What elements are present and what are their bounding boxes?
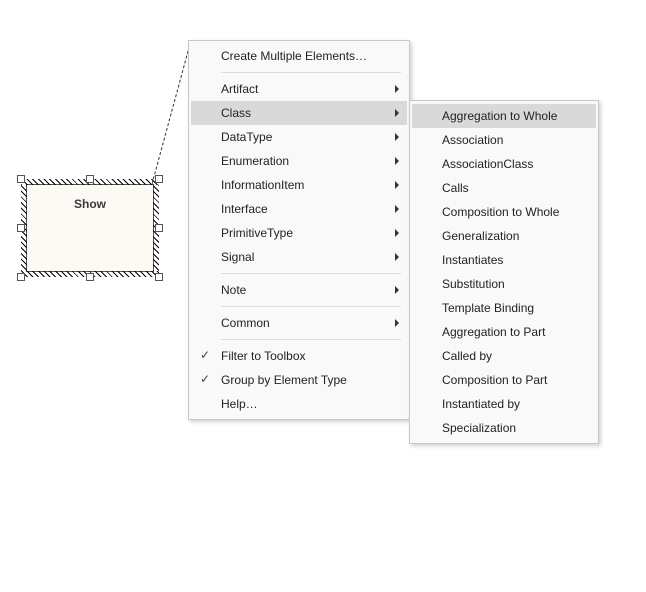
- resize-handle[interactable]: [155, 224, 163, 232]
- menu-label: Interface: [221, 202, 268, 216]
- resize-handle[interactable]: [17, 273, 25, 281]
- menu-item-primitivetype[interactable]: PrimitiveType: [191, 221, 407, 245]
- submenu-item-associationclass[interactable]: AssociationClass: [412, 152, 596, 176]
- menu-separator: [221, 306, 401, 307]
- menu-label: Class: [221, 106, 251, 120]
- submenu-item-called-by[interactable]: Called by: [412, 344, 596, 368]
- resize-handle[interactable]: [155, 175, 163, 183]
- menu-label: Help…: [221, 397, 258, 411]
- submenu-arrow-icon: [395, 205, 399, 213]
- submenu-item-aggregation-to-whole[interactable]: Aggregation to Whole: [412, 104, 596, 128]
- submenu-class: Aggregation to Whole Association Associa…: [409, 100, 599, 444]
- check-icon: ✓: [200, 347, 210, 363]
- submenu-arrow-icon: [395, 181, 399, 189]
- submenu-item-composition-to-part[interactable]: Composition to Part: [412, 368, 596, 392]
- menu-label: Calls: [442, 181, 469, 195]
- menu-separator: [221, 339, 401, 340]
- menu-label: PrimitiveType: [221, 226, 293, 240]
- menu-item-common[interactable]: Common: [191, 311, 407, 335]
- menu-item-filter-toolbox[interactable]: ✓ Filter to Toolbox: [191, 344, 407, 368]
- menu-item-note[interactable]: Note: [191, 278, 407, 302]
- resize-handle[interactable]: [17, 175, 25, 183]
- menu-label: Aggregation to Part: [442, 325, 545, 339]
- menu-label: Substitution: [442, 277, 505, 291]
- submenu-item-aggregation-to-part[interactable]: Aggregation to Part: [412, 320, 596, 344]
- menu-label: Group by Element Type: [221, 373, 347, 387]
- submenu-arrow-icon: [395, 133, 399, 141]
- check-icon: ✓: [200, 371, 210, 387]
- menu-label: Artifact: [221, 82, 258, 96]
- menu-label: Note: [221, 283, 246, 297]
- resize-handle[interactable]: [86, 273, 94, 281]
- context-menu: Create Multiple Elements… Artifact Class…: [188, 40, 410, 420]
- element-title: Show: [27, 197, 153, 211]
- submenu-item-generalization[interactable]: Generalization: [412, 224, 596, 248]
- submenu-item-composition-to-whole[interactable]: Composition to Whole: [412, 200, 596, 224]
- menu-item-group-by-type[interactable]: ✓ Group by Element Type: [191, 368, 407, 392]
- menu-label: Composition to Whole: [442, 205, 559, 219]
- submenu-arrow-icon: [395, 229, 399, 237]
- menu-label: InformationItem: [221, 178, 304, 192]
- menu-item-artifact[interactable]: Artifact: [191, 77, 407, 101]
- menu-item-help[interactable]: Help…: [191, 392, 407, 416]
- submenu-item-template-binding[interactable]: Template Binding: [412, 296, 596, 320]
- menu-separator: [221, 273, 401, 274]
- resize-handle[interactable]: [86, 175, 94, 183]
- submenu-item-instantiated-by[interactable]: Instantiated by: [412, 392, 596, 416]
- submenu-item-calls[interactable]: Calls: [412, 176, 596, 200]
- menu-item-enumeration[interactable]: Enumeration: [191, 149, 407, 173]
- menu-label: Generalization: [442, 229, 519, 243]
- menu-label: Association: [442, 133, 503, 147]
- menu-label: Composition to Part: [442, 373, 547, 387]
- menu-label: Common: [221, 316, 270, 330]
- submenu-item-association[interactable]: Association: [412, 128, 596, 152]
- menu-label: Called by: [442, 349, 492, 363]
- submenu-arrow-icon: [395, 286, 399, 294]
- resize-handle[interactable]: [17, 224, 25, 232]
- submenu-arrow-icon: [395, 109, 399, 117]
- selected-element[interactable]: Show: [26, 184, 154, 272]
- menu-item-informationitem[interactable]: InformationItem: [191, 173, 407, 197]
- menu-label: DataType: [221, 130, 272, 144]
- menu-label: Enumeration: [221, 154, 289, 168]
- menu-label: Instantiates: [442, 253, 503, 267]
- submenu-arrow-icon: [395, 157, 399, 165]
- menu-label: Create Multiple Elements…: [221, 49, 367, 63]
- menu-item-signal[interactable]: Signal: [191, 245, 407, 269]
- menu-label: Signal: [221, 250, 254, 264]
- menu-item-create-multiple[interactable]: Create Multiple Elements…: [191, 44, 407, 68]
- submenu-arrow-icon: [395, 85, 399, 93]
- submenu-item-specialization[interactable]: Specialization: [412, 416, 596, 440]
- menu-label: Specialization: [442, 421, 516, 435]
- menu-label: Filter to Toolbox: [221, 349, 306, 363]
- menu-item-datatype[interactable]: DataType: [191, 125, 407, 149]
- submenu-arrow-icon: [395, 253, 399, 261]
- menu-separator: [221, 72, 401, 73]
- leader-line: [152, 44, 192, 194]
- menu-item-interface[interactable]: Interface: [191, 197, 407, 221]
- submenu-item-substitution[interactable]: Substitution: [412, 272, 596, 296]
- menu-item-class[interactable]: Class: [191, 101, 407, 125]
- submenu-item-instantiates[interactable]: Instantiates: [412, 248, 596, 272]
- menu-label: Template Binding: [442, 301, 534, 315]
- resize-handle[interactable]: [155, 273, 163, 281]
- submenu-arrow-icon: [395, 319, 399, 327]
- menu-label: AssociationClass: [442, 157, 533, 171]
- menu-label: Instantiated by: [442, 397, 520, 411]
- menu-label: Aggregation to Whole: [442, 109, 557, 123]
